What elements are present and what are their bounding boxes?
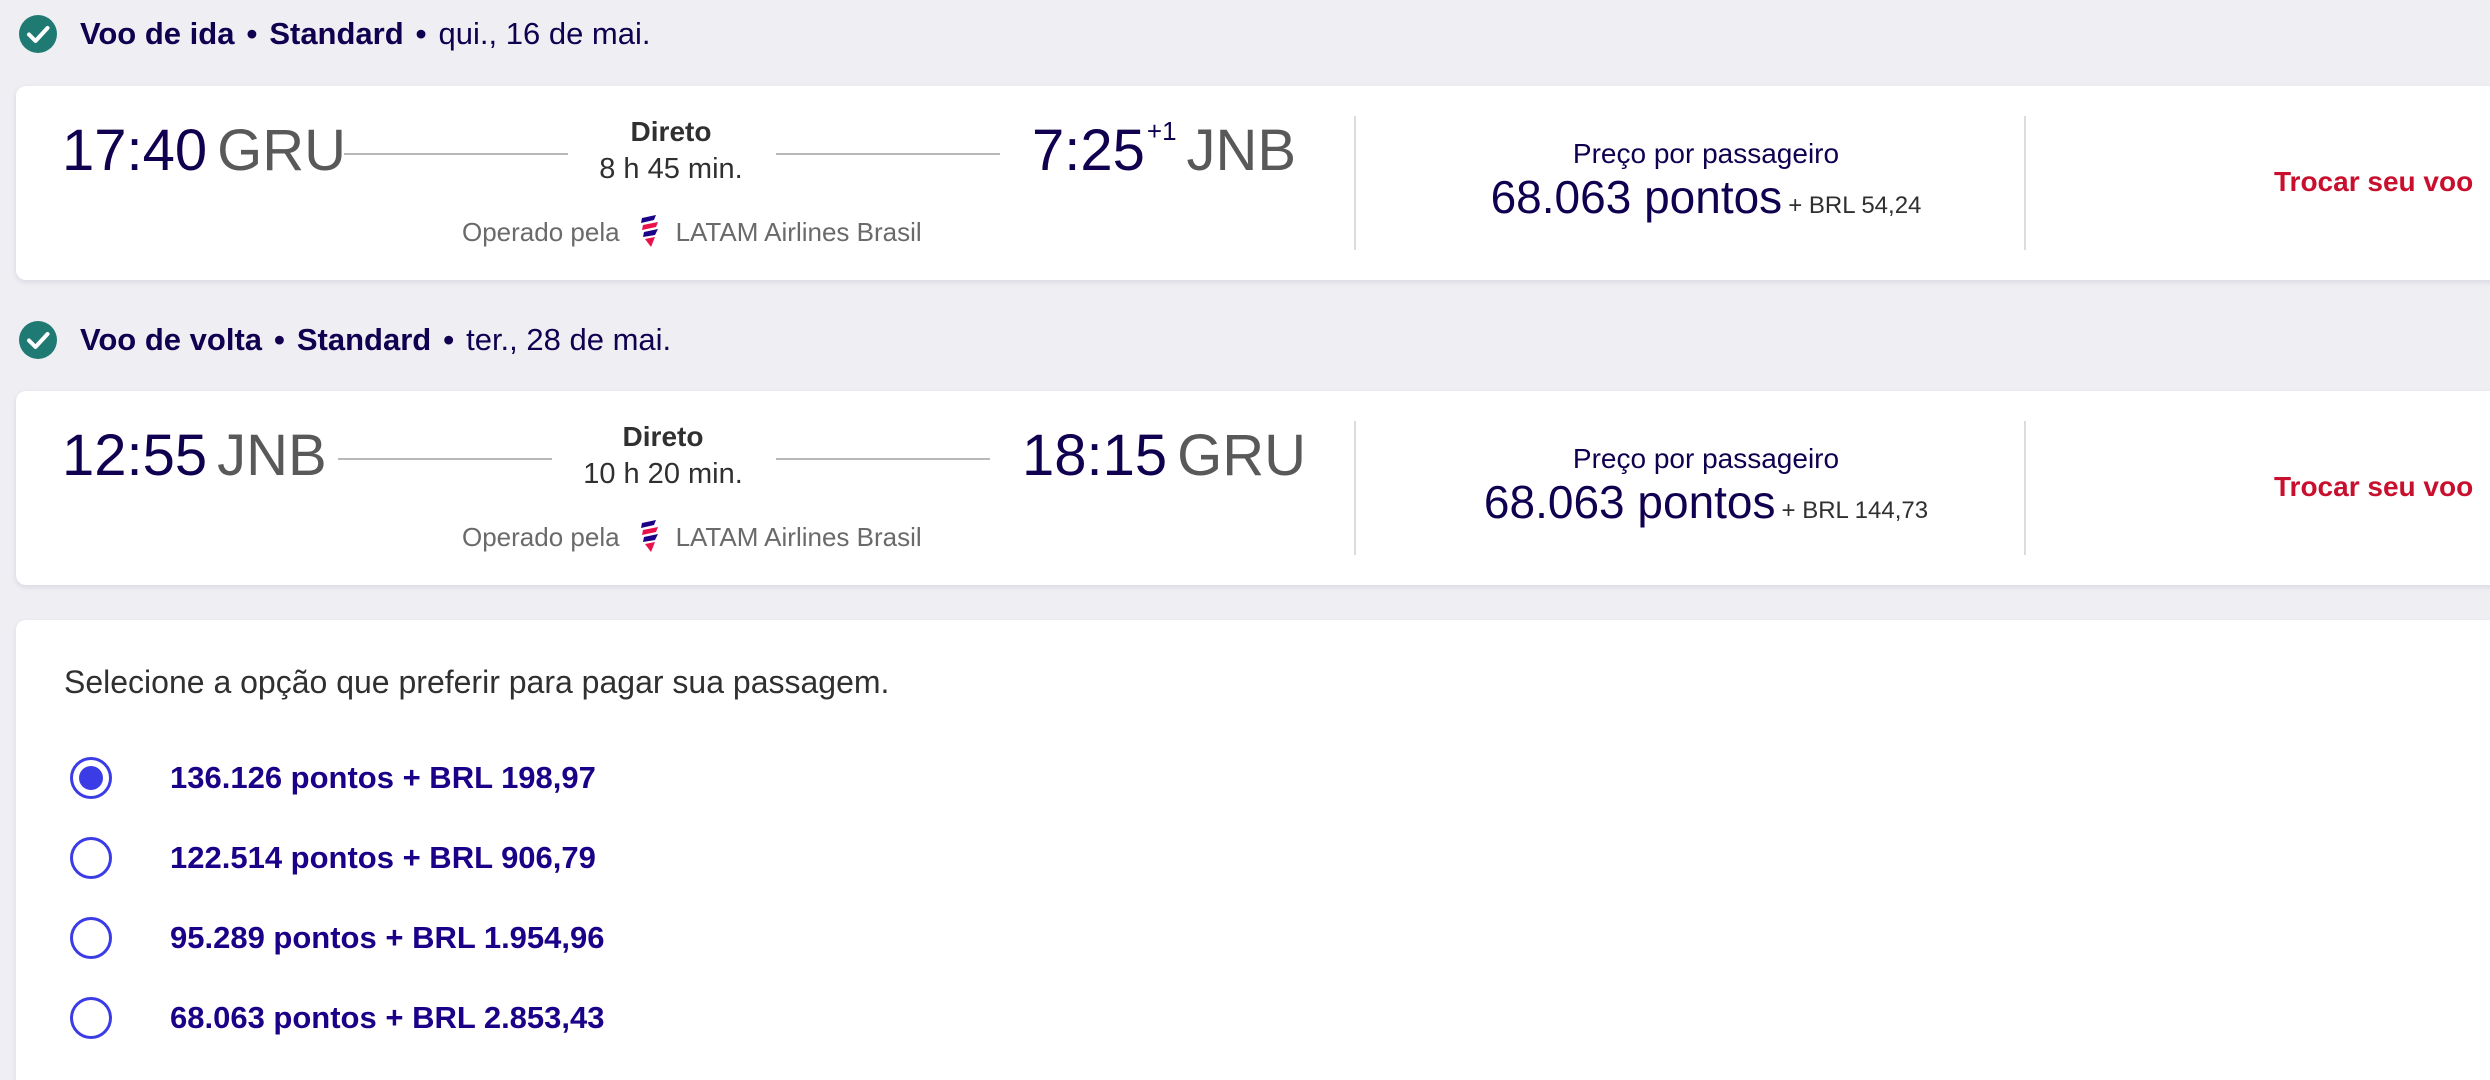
return-arrival: 18:15 GRU bbox=[1022, 427, 1306, 485]
flight-duration: 10 h 20 min. bbox=[583, 458, 743, 490]
radio-button[interactable] bbox=[70, 757, 112, 799]
outbound-departure: 17:40 GRU bbox=[62, 122, 346, 180]
radio-button[interactable] bbox=[70, 917, 112, 959]
latam-logo-icon bbox=[640, 520, 658, 552]
return-fare: Standard bbox=[296, 322, 432, 357]
outbound-header: Voo de ida • Standard • qui., 16 de mai. bbox=[18, 14, 651, 54]
return-stops: Direto 10 h 20 min. bbox=[563, 419, 763, 492]
change-return-flight-link[interactable]: Trocar seu voo bbox=[2274, 471, 2473, 503]
flight-duration: 8 h 45 min. bbox=[599, 153, 743, 185]
arrival-time: 18:15 bbox=[1022, 423, 1168, 488]
outbound-title: Voo de ida bbox=[80, 16, 235, 51]
outbound-stops: Direto 8 h 45 min. bbox=[571, 114, 771, 187]
operated-by: Operado pela LATAM Airlines Brasil bbox=[462, 214, 922, 250]
separator: • bbox=[274, 322, 285, 357]
arrival-airport-code: GRU bbox=[1177, 423, 1307, 488]
operator-name: LATAM Airlines Brasil bbox=[675, 216, 922, 247]
outbound-fare: Standard bbox=[269, 16, 404, 51]
route-line bbox=[344, 153, 568, 155]
separator: • bbox=[415, 16, 427, 51]
payment-options-card: Selecione a opção que preferir para paga… bbox=[16, 620, 2490, 1080]
payment-option-label: 95.289 pontos + BRL 1.954,96 bbox=[170, 920, 605, 955]
divider bbox=[2024, 116, 2026, 250]
change-outbound-flight-link[interactable]: Trocar seu voo bbox=[2274, 166, 2473, 198]
payment-option-label: 122.514 pontos + BRL 906,79 bbox=[170, 840, 596, 875]
return-flight-card: 12:55 JNB Direto 10 h 20 min. 18:15 GRU Op… bbox=[16, 391, 2490, 585]
payment-option-label: 68.063 pontos + BRL 2.853,43 bbox=[170, 1000, 605, 1035]
separator: • bbox=[246, 16, 258, 51]
check-circle-icon bbox=[19, 15, 57, 53]
departure-time: 12:55 bbox=[62, 423, 208, 488]
separator: • bbox=[443, 322, 455, 357]
return-date: ter., 28 de mai. bbox=[466, 322, 672, 357]
radio-button[interactable] bbox=[70, 997, 112, 1039]
latam-logo-icon bbox=[640, 215, 658, 247]
arrival-day-offset: +1 bbox=[1146, 116, 1177, 146]
payment-option-1[interactable]: 136.126 pontos + BRL 198,97 bbox=[70, 753, 596, 803]
payment-option-2[interactable]: 122.514 pontos + BRL 906,79 bbox=[70, 833, 596, 883]
arrival-airport-code: JNB bbox=[1186, 118, 1297, 183]
return-header: Voo de volta • Standard • ter., 28 de ma… bbox=[18, 320, 671, 360]
arrival-time: 7:25 bbox=[1032, 118, 1145, 183]
payment-option-3[interactable]: 95.289 pontos + BRL 1.954,96 bbox=[70, 913, 605, 963]
price-brl: + BRL 144,73 bbox=[1781, 497, 1929, 524]
departure-airport-code: JNB bbox=[217, 423, 327, 488]
route-line bbox=[776, 458, 990, 460]
price-brl: + BRL 54,24 bbox=[1788, 192, 1922, 219]
outbound-flight-card: 17:40 GRU Direto 8 h 45 min. 7:25+1 JNB Op… bbox=[16, 86, 2490, 280]
departure-time: 17:40 bbox=[62, 118, 208, 183]
price-points: 68.063 pontos bbox=[1483, 476, 1776, 528]
radio-button[interactable] bbox=[70, 837, 112, 879]
outbound-arrival: 7:25+1 JNB bbox=[1032, 118, 1296, 180]
return-departure: 12:55 JNB bbox=[62, 427, 327, 485]
return-price: Preço por passageiro 68.063 pontos + BRL … bbox=[1356, 443, 2056, 529]
operator-name: LATAM Airlines Brasil bbox=[675, 521, 922, 552]
payment-option-4[interactable]: 68.063 pontos + BRL 2.853,43 bbox=[70, 993, 605, 1043]
return-title: Voo de volta bbox=[80, 322, 263, 357]
operated-by: Operado pela LATAM Airlines Brasil bbox=[462, 519, 922, 555]
outbound-date: qui., 16 de mai. bbox=[438, 16, 651, 51]
stops-label: Direto bbox=[622, 421, 704, 452]
stops-label: Direto bbox=[630, 116, 712, 147]
departure-airport-code: GRU bbox=[217, 118, 347, 183]
payment-option-label: 136.126 pontos + BRL 198,97 bbox=[170, 760, 596, 795]
divider bbox=[2024, 421, 2026, 555]
operated-label: Operado pela bbox=[462, 521, 620, 552]
operated-label: Operado pela bbox=[462, 216, 620, 247]
route-line bbox=[776, 153, 1000, 155]
price-label: Preço por passageiro bbox=[1572, 138, 1840, 169]
outbound-price: Preço por passageiro 68.063 pontos + BRL … bbox=[1356, 138, 2056, 224]
price-points: 68.063 pontos bbox=[1490, 171, 1783, 223]
route-line bbox=[338, 458, 552, 460]
price-label: Preço por passageiro bbox=[1572, 443, 1840, 474]
payment-prompt: Selecione a opção que preferir para paga… bbox=[64, 664, 890, 700]
check-circle-icon bbox=[19, 321, 57, 359]
